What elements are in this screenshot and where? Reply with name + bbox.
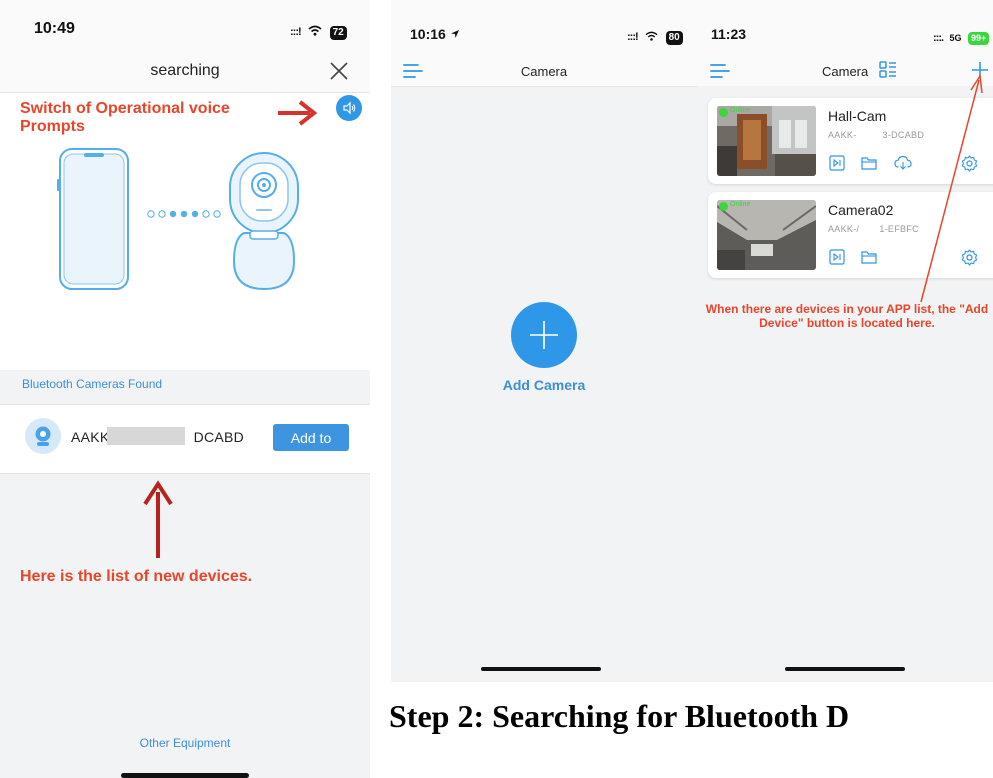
status-time-text: 10:16	[410, 26, 446, 42]
signal-icon: :::.	[933, 32, 944, 44]
battery-icon: 99+	[967, 32, 990, 45]
wifi-icon	[308, 25, 322, 36]
page-title: searching	[150, 62, 220, 79]
page-title: Camera	[520, 64, 568, 79]
status-time: 11:23	[711, 26, 747, 42]
home-indicator	[785, 667, 905, 671]
add-camera-button[interactable]	[511, 302, 577, 368]
other-equipment-link[interactable]: Other Equipment	[0, 736, 370, 750]
camera-name: Camera02	[828, 202, 894, 218]
device-name-suffix: DCABD	[193, 429, 245, 445]
nav-bar: Camera	[391, 56, 697, 87]
step-caption: Step 2: Searching for Bluetooth D	[389, 698, 850, 734]
folder-icon[interactable]	[861, 249, 877, 265]
location-icon	[450, 30, 459, 38]
annotation-add-device-location: When there are devices in your APP list,…	[705, 302, 989, 330]
signal-icon: :::!	[290, 26, 302, 38]
pointer-arrow-icon	[920, 73, 983, 303]
camera-name: Hall-Cam	[828, 108, 887, 124]
status-time: 10:16	[410, 26, 460, 42]
camera-thumbnail[interactable]: Online	[717, 200, 816, 270]
arrow-up-icon	[143, 480, 173, 558]
menu-icon[interactable]	[710, 63, 730, 79]
screen-searching: 10:49 :::! 72 searching Switch of Operat…	[0, 0, 370, 778]
battery-icon: 80	[665, 31, 683, 45]
plus-icon	[530, 321, 558, 349]
hall-preview-image	[717, 106, 816, 176]
home-indicator	[481, 667, 601, 671]
section-header-found: Bluetooth Cameras Found	[22, 377, 163, 391]
wifi-icon	[645, 31, 658, 41]
annotation-new-devices: Here is the list of new devices.	[20, 568, 253, 585]
online-indicator	[719, 108, 728, 117]
signal-icon: :::!	[627, 31, 639, 43]
camera-id-prefix: AAKK-/	[828, 224, 860, 234]
online-status: Online	[730, 107, 751, 114]
playback-icon[interactable]	[829, 249, 845, 265]
device-name-prefix: AAKK	[71, 429, 110, 445]
close-icon[interactable]	[329, 61, 349, 81]
camera-id-prefix: AAKK-	[828, 130, 857, 140]
room-preview-image	[717, 200, 816, 270]
voice-prompt-toggle[interactable]	[336, 95, 362, 121]
camera-thumbnail[interactable]: Online	[717, 106, 816, 176]
nav-bar: searching	[0, 54, 370, 93]
add-camera-label[interactable]: Add Camera	[391, 377, 697, 393]
status-icons: :::! 72	[290, 22, 347, 40]
screen-camera-empty: 10:16 :::! 80 Camera Add Camera	[391, 0, 697, 682]
battery-icon: 72	[329, 26, 347, 40]
screen-camera-list: 11:23 :::. 5G 99+ Camera Online Hall-Cam…	[697, 0, 993, 682]
playback-icon[interactable]	[829, 155, 845, 171]
folder-icon[interactable]	[861, 155, 877, 171]
speaker-icon	[343, 101, 356, 115]
device-avatar	[25, 418, 61, 454]
status-icons: :::. 5G 99+	[933, 28, 990, 46]
online-indicator	[719, 202, 728, 211]
status-time: 10:49	[34, 20, 75, 37]
online-status: Online	[730, 201, 751, 208]
annotation-voice-prompts: Switch of Operational voice Prompts	[20, 100, 230, 135]
camera-icon	[35, 426, 51, 446]
network-label: 5G	[949, 33, 962, 43]
page-title: Camera	[822, 64, 869, 79]
grid-view-icon[interactable]	[879, 61, 897, 79]
home-indicator	[121, 773, 249, 778]
arrow-right-icon	[278, 100, 318, 126]
camera-id: AAKK-/1-EFBFC	[828, 224, 919, 234]
redaction-block	[107, 427, 185, 445]
status-icons: :::! 80	[627, 27, 683, 45]
add-device-button[interactable]: Add to	[273, 424, 349, 451]
